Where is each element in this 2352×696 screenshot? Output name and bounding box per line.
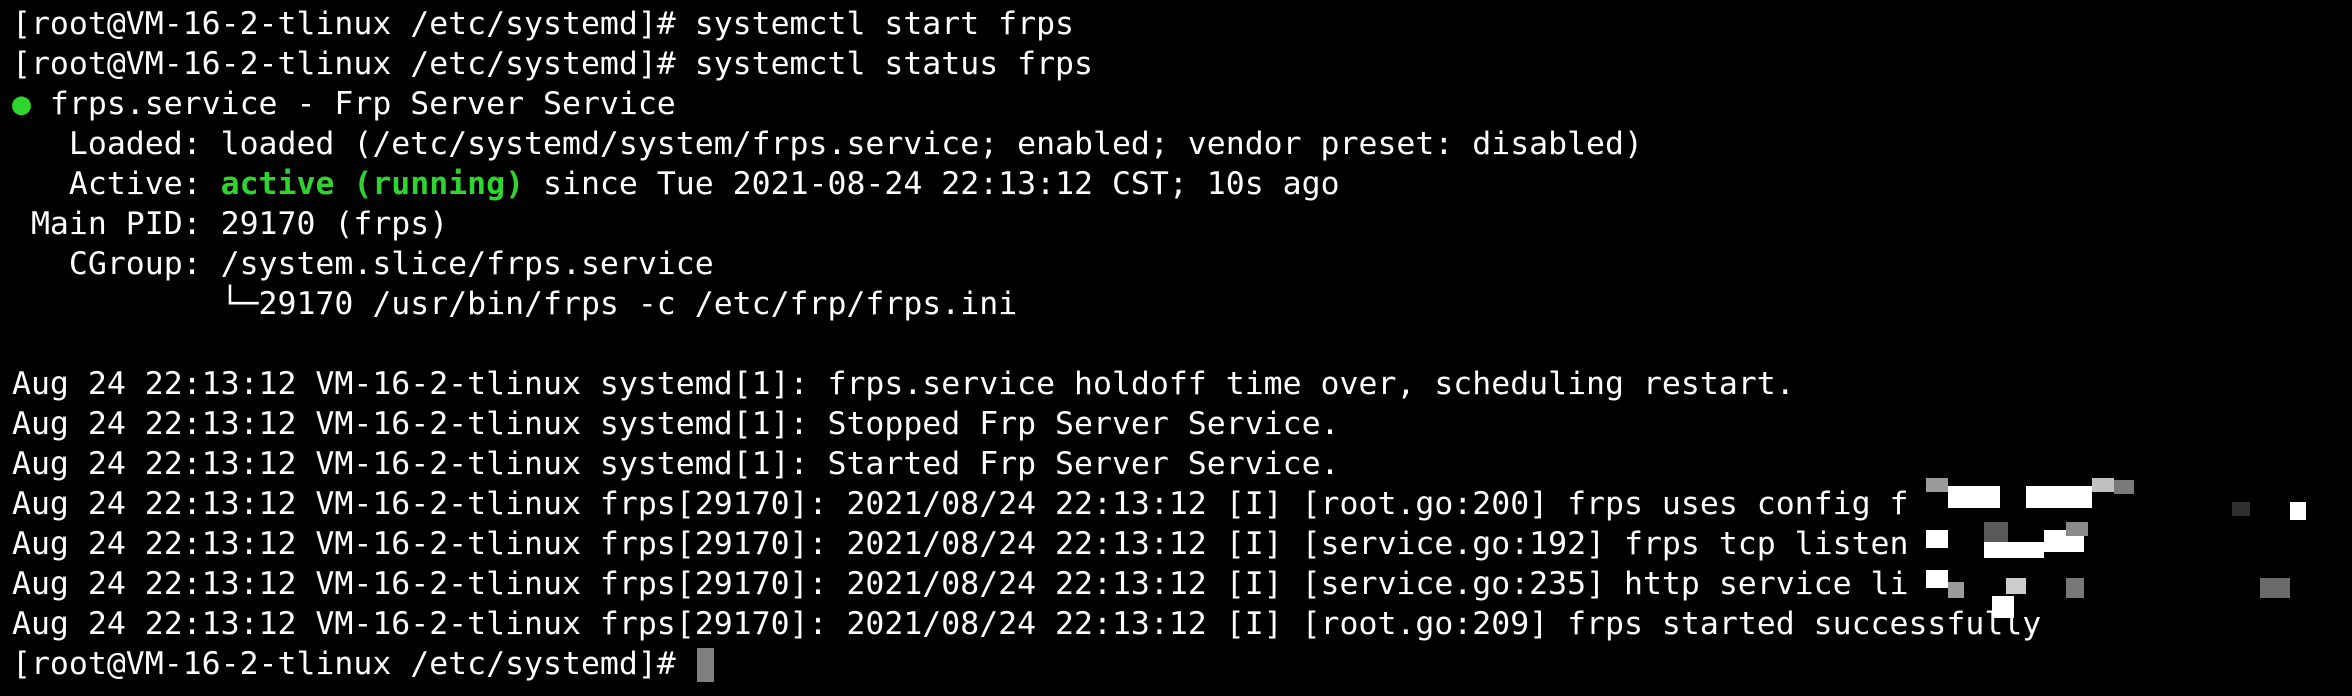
main-pid-line: Main PID: 29170 (frps) <box>12 206 449 242</box>
prompt: [root@VM-16-2-tlinux /etc/systemd]# <box>12 646 695 682</box>
active-state: active (running) <box>220 166 525 202</box>
pixelated-redaction <box>1910 472 2330 624</box>
cgroup-line: CGroup: /system.slice/frps.service <box>12 246 714 282</box>
unit-title: frps.service - Frp Server Service <box>30 86 676 122</box>
log-line: Aug 24 22:13:12 VM-16-2-tlinux systemd[1… <box>12 366 1795 402</box>
log-line: Aug 24 22:13:12 VM-16-2-tlinux systemd[1… <box>12 406 1340 442</box>
active-label: Active: <box>12 166 221 202</box>
terminal-window[interactable]: [root@VM-16-2-tlinux /etc/systemd]# syst… <box>0 0 2352 696</box>
command-line-status: [root@VM-16-2-tlinux /etc/systemd]# syst… <box>12 46 1093 82</box>
active-since: since Tue 2021-08-24 22:13:12 CST; 10s a… <box>524 166 1340 202</box>
loaded-line: Loaded: loaded (/etc/systemd/system/frps… <box>12 126 1643 162</box>
cgroup-child-line: └─29170 /usr/bin/frps -c /etc/frp/frps.i… <box>12 286 1018 322</box>
cursor-block-icon <box>696 648 714 682</box>
unit-title-line: ● frps.service - Frp Server Service <box>12 84 2352 124</box>
command-line-start: [root@VM-16-2-tlinux /etc/systemd]# syst… <box>12 6 1075 42</box>
status-dot-icon: ● <box>12 86 31 122</box>
prompt-line[interactable]: [root@VM-16-2-tlinux /etc/systemd]# <box>12 644 2352 684</box>
active-line: Active: active (running) since Tue 2021-… <box>12 164 2352 204</box>
